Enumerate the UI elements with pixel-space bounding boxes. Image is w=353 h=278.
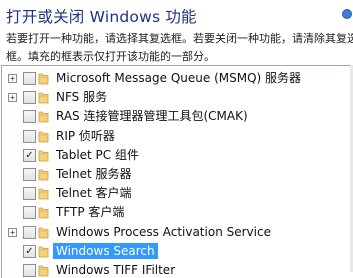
feature-row[interactable]: RIP 侦听器 <box>2 127 353 146</box>
feature-row[interactable]: + NFS 服务 <box>2 88 353 107</box>
feature-label[interactable]: RIP 侦听器 <box>53 128 118 144</box>
feature-label[interactable]: Windows TIFF IFilter <box>53 262 178 278</box>
feature-row[interactable]: ✓ Tablet PC 组件 <box>2 146 353 165</box>
description-line: 若要打开一种功能，请选择其复选框。若要关闭一种功能，请清除其复选 <box>6 32 353 45</box>
expand-icon[interactable]: + <box>8 227 17 237</box>
feature-checkbox[interactable]: ✓ <box>23 244 36 258</box>
feature-checkbox[interactable] <box>23 91 36 105</box>
features-tree[interactable]: + Microsoft Message Queue (MSMQ) 服务器 + NFS … <box>1 65 353 278</box>
folder-icon <box>38 110 49 123</box>
feature-label[interactable]: Windows Search <box>53 242 158 259</box>
expand-icon[interactable]: + <box>8 93 17 103</box>
description: 若要打开一种功能，请选择其复选框。若要关闭一种功能，请清除其复选 框。填充的框表… <box>6 30 353 66</box>
feature-label[interactable]: Telnet 客户端 <box>53 185 135 201</box>
feature-label[interactable]: RAS 连接管理器管理工具包(CMAK) <box>53 108 251 124</box>
feature-label[interactable]: TFTP 客户端 <box>53 204 127 220</box>
feature-checkbox[interactable] <box>23 225 36 239</box>
feature-label[interactable]: Tablet PC 组件 <box>53 147 142 163</box>
feature-row[interactable]: + Windows Process Activation Service <box>2 223 353 242</box>
folder-icon <box>38 130 49 143</box>
page-title: 打开或关闭 Windows 功能 <box>6 8 197 26</box>
help-icon[interactable] <box>342 9 352 19</box>
feature-checkbox[interactable] <box>23 72 36 85</box>
feature-row[interactable]: ✓ Windows Search <box>2 242 353 261</box>
folder-icon <box>38 72 49 85</box>
feature-row[interactable]: Telnet 客户端 <box>2 184 353 203</box>
folder-icon <box>38 149 49 162</box>
feature-label[interactable]: Windows Process Activation Service <box>53 224 274 240</box>
feature-row[interactable]: Windows TIFF IFilter <box>2 261 353 278</box>
feature-checkbox[interactable] <box>23 187 36 201</box>
feature-checkbox[interactable] <box>23 168 36 181</box>
feature-checkbox[interactable] <box>23 110 36 124</box>
folder-icon <box>38 245 49 258</box>
feature-checkbox[interactable]: ✓ <box>23 148 36 162</box>
folder-icon <box>38 226 49 239</box>
folder-icon <box>38 206 49 219</box>
feature-row[interactable]: TFTP 客户端 <box>2 203 353 222</box>
feature-row[interactable]: + Microsoft Message Queue (MSMQ) 服务器 <box>2 69 353 88</box>
folder-icon <box>38 264 49 277</box>
feature-label[interactable]: Telnet 服务器 <box>53 166 135 182</box>
feature-checkbox[interactable] <box>23 129 36 143</box>
feature-label[interactable]: Microsoft Message Queue (MSMQ) 服务器 <box>53 70 304 86</box>
feature-checkbox[interactable] <box>23 264 36 277</box>
feature-row[interactable]: RAS 连接管理器管理工具包(CMAK) <box>2 107 353 126</box>
feature-row[interactable]: Telnet 服务器 <box>2 165 353 184</box>
description-line: 框。填充的框表示仅打开该功能的一部分。 <box>6 50 215 63</box>
folder-icon <box>38 187 49 200</box>
folder-icon <box>38 91 49 104</box>
feature-checkbox[interactable] <box>23 206 36 220</box>
expand-icon[interactable]: + <box>8 74 17 83</box>
feature-label[interactable]: NFS 服务 <box>53 89 110 105</box>
folder-icon <box>38 168 49 181</box>
